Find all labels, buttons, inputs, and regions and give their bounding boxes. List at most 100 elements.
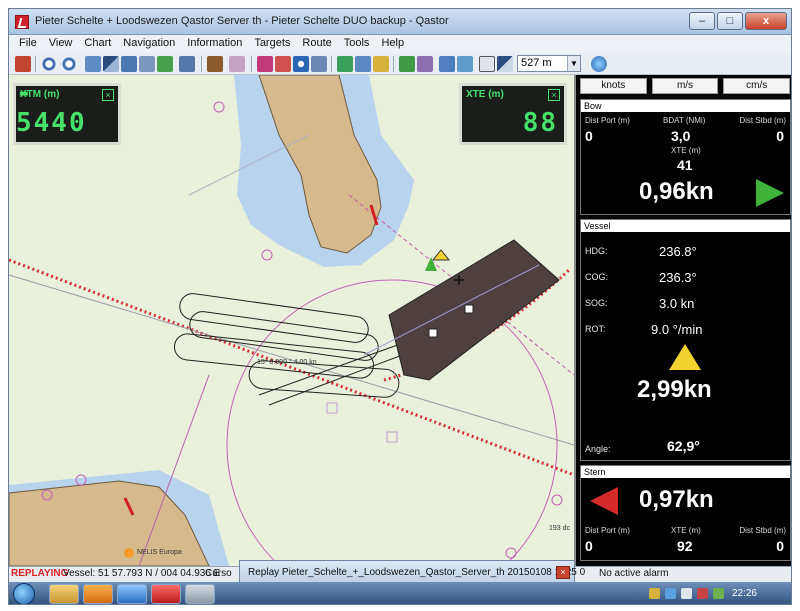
nelis-label: NELIS Europa xyxy=(137,549,182,556)
zoom-out-icon[interactable] xyxy=(61,56,77,72)
stern-dist-port-label: Dist Port (m) xyxy=(585,526,630,535)
bow-bdat-label: BDAT (NMi) xyxy=(663,116,706,125)
tools-icon[interactable] xyxy=(275,56,291,72)
alarm-status: No active alarm xyxy=(599,568,669,579)
qastor-app-icon[interactable] xyxy=(15,15,29,29)
explorer-icon[interactable] xyxy=(49,584,79,604)
menu-tools[interactable]: Tools xyxy=(338,35,376,53)
flag-icon[interactable] xyxy=(399,56,415,72)
menu-bar: File View Chart Navigation Information T… xyxy=(9,35,791,53)
arrow-right-icon xyxy=(756,179,784,207)
chart-symbol xyxy=(386,431,398,443)
bow-xte-label: XTE (m) xyxy=(671,146,701,155)
unit-ms-button[interactable]: m/s xyxy=(651,78,719,94)
vessel-speed: 2,99kn xyxy=(637,376,712,403)
network-task-icon[interactable] xyxy=(185,584,215,604)
unit-cms-button[interactable]: cm/s xyxy=(723,78,791,94)
maximize-button[interactable]: □ xyxy=(717,12,743,30)
layers-icon[interactable] xyxy=(439,56,455,72)
pen-icon[interactable] xyxy=(311,56,327,72)
ship-icon[interactable] xyxy=(15,56,31,72)
bow-speed: 0,96kn xyxy=(639,178,714,205)
stern-header: Stern xyxy=(581,466,790,478)
route-edit-icon[interactable] xyxy=(417,56,433,72)
grid-icon[interactable] xyxy=(139,56,155,72)
measure-icon[interactable] xyxy=(257,56,273,72)
target-icon[interactable] xyxy=(293,56,309,72)
chart-layers-icon[interactable] xyxy=(121,56,137,72)
menu-view[interactable]: View xyxy=(43,35,79,53)
stern-xte-value: 92 xyxy=(677,538,693,554)
vessel-section: Vessel HDG: 236.8° COG: 236.3° SOG: 3.0 … xyxy=(580,219,791,461)
menu-targets[interactable]: Targets xyxy=(248,35,296,53)
menu-file[interactable]: File xyxy=(13,35,43,53)
reference-point xyxy=(428,328,438,338)
vessel-icon[interactable] xyxy=(207,56,223,72)
help-globe-icon[interactable] xyxy=(591,56,607,72)
display-mode-icon[interactable] xyxy=(479,56,495,72)
hdg-label: HDG: xyxy=(585,246,608,256)
vessel-header: Vessel xyxy=(581,220,790,232)
start-button[interactable] xyxy=(13,583,35,604)
unit-selector: knots m/s cm/s xyxy=(580,78,791,94)
globe-icon[interactable] xyxy=(457,56,473,72)
minimize-button[interactable]: – xyxy=(689,12,715,30)
routes-icon[interactable] xyxy=(157,56,173,72)
xte-panel: XTE (m) × 88 xyxy=(459,83,567,145)
menu-help[interactable]: Help xyxy=(375,35,410,53)
menu-information[interactable]: Information xyxy=(181,35,248,53)
menu-navigation[interactable]: Navigation xyxy=(117,35,181,53)
cog-label: COG: xyxy=(585,272,609,282)
bow-dist-port-label: Dist Port (m) xyxy=(585,116,630,125)
zoom-in-icon[interactable] xyxy=(41,56,57,72)
buoy-circle xyxy=(213,101,225,113)
dropdown-arrow-icon[interactable] xyxy=(103,56,119,72)
arrow-left-icon xyxy=(590,487,618,515)
tray-volume-icon[interactable] xyxy=(681,588,692,599)
bow-section: Bow Dist Port (m) BDAT (NMi) Dist Stbd (… xyxy=(580,99,791,215)
qastor-task-icon[interactable] xyxy=(151,584,181,604)
rot-value: 9.0 °/min xyxy=(651,322,703,337)
tray-update-icon[interactable] xyxy=(713,588,724,599)
satellite-icon[interactable] xyxy=(85,56,101,72)
tray-network-icon[interactable] xyxy=(665,588,676,599)
browser-icon[interactable] xyxy=(117,584,147,604)
dropdown-arrow-icon[interactable] xyxy=(497,56,513,72)
close-icon[interactable]: × xyxy=(548,89,560,101)
waypoint-icon[interactable] xyxy=(337,56,353,72)
xte-value: 88 xyxy=(522,108,558,138)
sog-value: 3.0 kn xyxy=(659,296,695,311)
close-button[interactable]: x xyxy=(745,12,787,30)
track-annotation: 15* 0.000 ° 4.00 kn xyxy=(257,359,317,366)
chevron-down-icon[interactable]: ▼ xyxy=(567,56,580,71)
stern-dist-stbd-label: Dist Stbd (m) xyxy=(739,526,786,535)
title-bar[interactable]: Pieter Schelte + Loodswezen Qastor Serve… xyxy=(9,9,791,35)
track-icon[interactable] xyxy=(355,56,371,72)
window-title: Pieter Schelte + Loodswezen Qastor Serve… xyxy=(35,15,449,27)
vessel-position: Vessel: 51 57.793 N / 004 04.936 E xyxy=(63,568,221,579)
stern-section: Stern 0,97kn Dist Port (m) XTE (m) Dist … xyxy=(580,465,791,561)
nelis-logo-icon xyxy=(124,548,134,558)
toolbar-separator xyxy=(393,56,394,72)
window-icon[interactable] xyxy=(179,56,195,72)
tray-warning-icon[interactable] xyxy=(649,588,660,599)
chart-canvas[interactable] xyxy=(9,75,574,566)
print-icon[interactable] xyxy=(229,56,245,72)
menu-route[interactable]: Route xyxy=(296,35,337,53)
toolbar-separator xyxy=(35,56,36,72)
xtm-panel: XTM (m) × - 5440 xyxy=(13,78,121,145)
unit-knots-button[interactable]: knots xyxy=(580,78,647,94)
reference-point xyxy=(464,304,474,314)
close-icon[interactable]: × xyxy=(556,566,570,579)
marker-icon[interactable] xyxy=(373,56,389,72)
toolbar-separator xyxy=(201,56,202,72)
outlook-icon[interactable] xyxy=(83,584,113,604)
tray-app-icon[interactable] xyxy=(697,588,708,599)
yellow-marker-icon[interactable] xyxy=(431,249,451,261)
range-select[interactable]: 527 m ▼ xyxy=(517,55,581,72)
menu-chart[interactable]: Chart xyxy=(78,35,117,53)
nautical-chart[interactable]: XTM (m) × - 5440 XTE (m) × 88 15* 0.000 … xyxy=(9,75,574,566)
depth-label: 193 dc xyxy=(549,525,571,532)
stern-dist-stbd-value: 0 xyxy=(776,538,784,554)
bow-xte-value: 41 xyxy=(677,157,693,173)
